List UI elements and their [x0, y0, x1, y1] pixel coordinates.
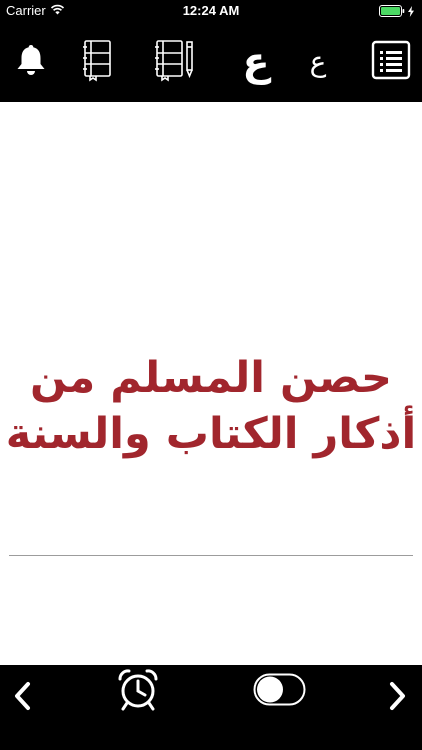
status-time: 12:24 AM [182, 3, 240, 18]
notebook-edit-button[interactable] [150, 22, 200, 102]
alarm-button[interactable] [113, 667, 163, 717]
notebook-button[interactable] [76, 22, 118, 102]
previous-page-button[interactable] [6, 675, 38, 721]
notebook-pen-icon [152, 38, 198, 86]
menu-list-button[interactable] [368, 22, 414, 102]
title-line-2: أذكار الكتاب والسنة [5, 409, 417, 459]
charging-bolt-icon [408, 5, 414, 21]
chevron-left-icon [13, 681, 31, 715]
decrease-font-icon: ع [309, 45, 327, 78]
increase-font-button[interactable]: ع [232, 22, 280, 102]
content-page: حصن المسلم من أذكار الكتاب والسنة [0, 102, 422, 665]
bottom-toolbar [0, 665, 422, 750]
alarm-clock-icon [115, 667, 161, 717]
chevron-right-icon [389, 681, 407, 715]
divider-line [9, 555, 413, 556]
title-line-1: حصن المسلم من [29, 353, 393, 403]
notifications-button[interactable] [10, 22, 52, 102]
increase-font-icon: ع [242, 39, 270, 85]
battery-indicator [379, 5, 414, 21]
next-page-button[interactable] [382, 675, 414, 721]
list-menu-icon [371, 40, 411, 84]
status-bar: Carrier 12:24 AM [0, 0, 422, 22]
bell-icon [15, 43, 47, 81]
book-title: حصن المسلم من أذكار الكتاب والسنة [0, 350, 422, 462]
toggle-switch[interactable] [253, 673, 307, 707]
decrease-font-button[interactable]: ع [298, 22, 338, 102]
notebook-icon [80, 38, 114, 86]
battery-icon [379, 5, 405, 21]
top-toolbar: ع ع [0, 22, 422, 102]
